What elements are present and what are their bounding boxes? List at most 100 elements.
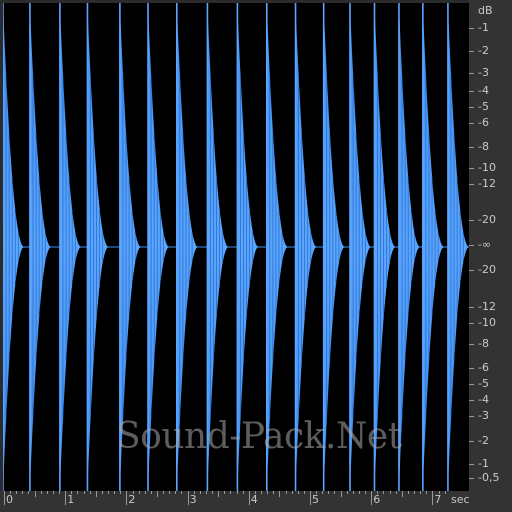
time-minor-tick bbox=[28, 491, 30, 494]
time-minor-tick bbox=[365, 491, 367, 494]
time-minor-tick bbox=[108, 491, 110, 494]
time-minor-tick bbox=[444, 491, 446, 494]
time-minor-tick bbox=[426, 491, 428, 494]
waveform-canvas[interactable] bbox=[3, 3, 469, 491]
time-minor-tick bbox=[377, 491, 379, 494]
time-minor-tick bbox=[22, 491, 24, 494]
time-label: 6 bbox=[373, 493, 381, 506]
time-minor-tick bbox=[71, 491, 73, 494]
db-unit-label: dB bbox=[478, 4, 493, 17]
db-upper-label: -2 bbox=[478, 44, 489, 57]
time-minor-tick bbox=[181, 491, 183, 494]
db-upper-label: -20 bbox=[478, 213, 496, 226]
db-upper-label: -6 bbox=[478, 116, 489, 129]
time-minor-tick bbox=[10, 491, 12, 494]
db-lower-tick bbox=[469, 344, 474, 345]
time-minor-tick bbox=[114, 491, 116, 494]
db-lower-label: -4 bbox=[478, 393, 489, 406]
db-upper-label: -12 bbox=[478, 177, 496, 190]
db-lower-label: -12 bbox=[478, 300, 496, 313]
time-minor-tick bbox=[420, 491, 422, 494]
time-minor-tick bbox=[242, 491, 244, 494]
time-major-tick bbox=[432, 491, 434, 505]
time-label: 7 bbox=[434, 493, 442, 506]
time-minor-tick bbox=[414, 491, 416, 494]
time-minor-tick bbox=[169, 491, 171, 494]
time-major-tick bbox=[65, 491, 67, 505]
db-lower-tick bbox=[469, 384, 474, 385]
time-minor-tick bbox=[279, 491, 281, 497]
db-lower-tick bbox=[469, 323, 474, 324]
db-lower-label: -2 bbox=[478, 434, 489, 447]
time-minor-tick bbox=[291, 491, 293, 494]
time-minor-tick bbox=[157, 491, 158, 497]
waveform-svg bbox=[3, 3, 469, 491]
time-minor-tick bbox=[407, 491, 409, 494]
time-minor-tick bbox=[273, 491, 275, 494]
time-minor-tick bbox=[267, 491, 269, 494]
time-label: 1 bbox=[67, 493, 75, 506]
db-ruler: dB -1 -2 -3 -4 -5 -6 -8 -10 -12 -20 -∞ -20 -12 -10 -… bbox=[469, 0, 512, 491]
time-minor-tick bbox=[218, 491, 220, 497]
db-upper-tick bbox=[469, 168, 474, 169]
time-ruler[interactable]: 0 1 2 3 4 5 6 7 sec bbox=[0, 491, 512, 512]
time-major-tick bbox=[371, 491, 373, 505]
time-minor-tick bbox=[193, 491, 195, 494]
time-minor-tick bbox=[297, 491, 299, 494]
time-minor-tick bbox=[389, 491, 391, 494]
time-minor-tick bbox=[144, 491, 146, 494]
time-major-tick bbox=[248, 491, 250, 505]
time-minor-tick bbox=[261, 491, 263, 494]
time-minor-tick bbox=[83, 491, 85, 494]
db-lower-tick bbox=[469, 400, 474, 401]
db-lower-tick bbox=[469, 464, 474, 465]
time-minor-tick bbox=[285, 491, 287, 494]
time-minor-tick bbox=[77, 491, 79, 494]
db-upper-tick bbox=[469, 73, 474, 74]
db-upper-tick bbox=[469, 28, 474, 29]
time-minor-tick bbox=[52, 491, 54, 494]
db-upper-label: -8 bbox=[478, 140, 489, 153]
time-minor-tick bbox=[395, 491, 397, 494]
time-minor-tick bbox=[224, 491, 226, 494]
time-label: 0 bbox=[6, 493, 13, 506]
time-minor-tick bbox=[212, 491, 214, 494]
db-upper-tick bbox=[469, 91, 474, 92]
time-minor-tick bbox=[34, 491, 36, 497]
time-minor-tick bbox=[334, 491, 336, 494]
time-minor-tick bbox=[101, 491, 103, 494]
db-upper-tick bbox=[469, 51, 474, 52]
time-label: 2 bbox=[128, 493, 136, 506]
time-minor-tick bbox=[340, 491, 342, 497]
db-upper-tick bbox=[469, 220, 474, 221]
db-lower-tick bbox=[469, 368, 474, 369]
time-minor-tick bbox=[358, 491, 360, 494]
db-upper-tick bbox=[469, 123, 474, 124]
time-label: 3 bbox=[189, 493, 197, 506]
db-lower-label: -1 bbox=[478, 457, 489, 470]
time-minor-tick bbox=[438, 491, 440, 494]
time-minor-tick bbox=[163, 491, 165, 494]
time-minor-tick bbox=[383, 491, 385, 494]
db-upper-tick bbox=[469, 147, 474, 148]
time-minor-tick bbox=[322, 491, 324, 494]
db-upper-label: -3 bbox=[478, 66, 489, 79]
waveform-editor: dB -1 -2 -3 -4 -5 -6 -8 -10 -12 -20 -∞ -20 -12 -10-… bbox=[0, 0, 512, 512]
db-lower-label: -3 bbox=[478, 409, 489, 422]
time-major-tick bbox=[310, 491, 311, 505]
db-lower-label: -10 bbox=[478, 316, 496, 329]
db-tick-center bbox=[469, 245, 474, 246]
time-minor-tick bbox=[138, 491, 140, 494]
db-lower-label: -6 bbox=[478, 361, 489, 374]
time-minor-tick bbox=[328, 491, 330, 494]
db-upper-label: -1 bbox=[478, 21, 489, 34]
time-minor-tick bbox=[346, 491, 348, 494]
time-minor-tick bbox=[236, 491, 238, 494]
db-lower-tick bbox=[469, 307, 474, 308]
time-major-tick bbox=[4, 491, 5, 505]
db-upper-label: -4 bbox=[478, 84, 489, 97]
time-minor-tick bbox=[59, 491, 61, 494]
time-minor-tick bbox=[40, 491, 42, 494]
db-lower-label: -5 bbox=[478, 377, 489, 390]
time-major-tick bbox=[187, 491, 189, 505]
